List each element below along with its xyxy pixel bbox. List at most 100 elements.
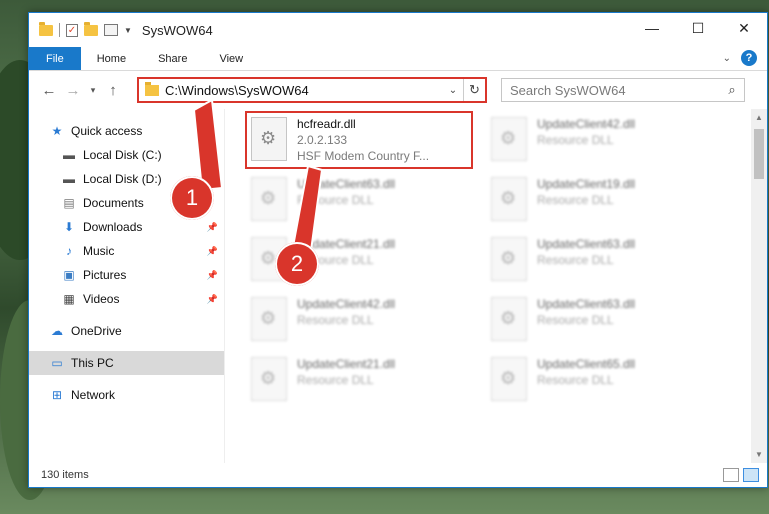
view-toggle bbox=[723, 468, 759, 482]
file-type: Resource DLL bbox=[537, 193, 614, 207]
videos-icon: ▦ bbox=[63, 292, 75, 306]
file-name: UpdateClient63.dll bbox=[297, 177, 396, 191]
refresh-icon[interactable]: ↻ bbox=[463, 79, 485, 101]
file-name: UpdateClient63.dll bbox=[537, 297, 636, 311]
dll-file-icon bbox=[251, 297, 287, 341]
divider bbox=[59, 23, 60, 37]
sidebar-item-videos[interactable]: ▦ Videos 📌 bbox=[29, 287, 224, 311]
file-name: hcfreadr.dll bbox=[297, 117, 356, 131]
sidebar-item-this-pc[interactable]: ▭ This PC bbox=[29, 351, 224, 375]
dll-file-icon bbox=[491, 117, 527, 161]
minimize-button[interactable]: — bbox=[629, 13, 675, 43]
expand-ribbon-icon[interactable]: ⌄ bbox=[723, 53, 731, 64]
file-item[interactable]: UpdateClient42.dll Resource DLL bbox=[487, 113, 707, 171]
help-icon[interactable]: ? bbox=[741, 50, 757, 66]
sidebar-item-quick-access[interactable]: ★ Quick access bbox=[29, 119, 224, 143]
sidebar-item-local-disk-c[interactable]: ▬ Local Disk (C:) 📌 bbox=[29, 143, 224, 167]
forward-arrow-icon[interactable]: → bbox=[61, 82, 85, 99]
tab-view[interactable]: View bbox=[203, 47, 259, 70]
sidebar-item-label: Local Disk (D:) bbox=[83, 172, 162, 186]
tab-file[interactable]: File bbox=[29, 47, 81, 70]
properties-check-icon[interactable]: ✓ bbox=[66, 23, 78, 37]
ribbon-right: ⌄ ? bbox=[723, 50, 757, 66]
tab-share[interactable]: Share bbox=[142, 47, 203, 70]
search-input[interactable]: Search SysWOW64 bbox=[510, 83, 720, 98]
sidebar-item-network[interactable]: ⊞ Network bbox=[29, 383, 224, 407]
file-type: Resource DLL bbox=[537, 253, 614, 267]
file-item[interactable]: UpdateClient63.dll Resource DLL bbox=[487, 293, 707, 351]
documents-icon: ▤ bbox=[63, 196, 75, 210]
pin-icon[interactable]: 📌 bbox=[207, 150, 218, 161]
star-icon: ★ bbox=[51, 124, 63, 138]
sidebar-item-label: Quick access bbox=[71, 124, 143, 138]
drive-icon: ▬ bbox=[63, 172, 75, 186]
sidebar-item-music[interactable]: ♪ Music 📌 bbox=[29, 239, 224, 263]
sidebar-item-label: Downloads bbox=[83, 220, 143, 234]
dll-file-icon bbox=[491, 237, 527, 281]
file-item[interactable]: UpdateClient21.dll Resource DLL bbox=[247, 353, 467, 411]
details-view-icon[interactable] bbox=[723, 468, 739, 482]
title-bar: ✓ ▼ SysWOW64 — ☐ ✕ bbox=[29, 13, 767, 47]
search-icon[interactable]: ⌕ bbox=[720, 82, 744, 98]
pin-icon[interactable]: 📌 bbox=[207, 246, 218, 257]
up-arrow-icon[interactable]: ↑ bbox=[101, 82, 125, 99]
recent-locations-icon[interactable]: ▾ bbox=[85, 85, 101, 96]
sidebar-item-onedrive[interactable]: ☁ OneDrive bbox=[29, 319, 224, 343]
pin-icon[interactable]: 📌 bbox=[207, 270, 218, 281]
file-item-hcfreadr[interactable]: hcfreadr.dll 2.0.2.133 HSF Modem Country… bbox=[245, 111, 473, 169]
folder-icon bbox=[145, 81, 159, 96]
item-count: 130 items bbox=[41, 469, 89, 481]
dll-file-icon bbox=[251, 357, 287, 401]
file-item[interactable]: UpdateClient63.dll Resource DLL bbox=[247, 173, 467, 231]
computer-icon: ▭ bbox=[51, 356, 63, 370]
pictures-icon: ▣ bbox=[63, 268, 75, 282]
new-folder-icon[interactable] bbox=[84, 21, 98, 36]
file-type: Resource DLL bbox=[537, 133, 614, 147]
file-item[interactable]: UpdateClient63.dll Resource DLL bbox=[487, 233, 707, 291]
address-dropdown-icon[interactable]: ⌄ bbox=[443, 85, 463, 96]
scroll-up-icon[interactable]: ▲ bbox=[751, 113, 767, 122]
pin-icon[interactable]: 📌 bbox=[207, 222, 218, 233]
sidebar-item-label: Local Disk (C:) bbox=[83, 148, 162, 162]
scroll-down-icon[interactable]: ▼ bbox=[751, 450, 767, 459]
tab-home[interactable]: Home bbox=[81, 47, 142, 70]
callout-2: 2 bbox=[275, 242, 319, 286]
file-item[interactable]: UpdateClient42.dll Resource DLL bbox=[247, 293, 467, 351]
sidebar-item-label: OneDrive bbox=[71, 324, 122, 338]
folder-icon bbox=[39, 21, 53, 36]
explorer-window: ✓ ▼ SysWOW64 — ☐ ✕ File Home Share View … bbox=[28, 12, 768, 488]
vertical-scrollbar[interactable]: ▲ ▼ bbox=[751, 109, 767, 463]
file-name: UpdateClient19.dll bbox=[537, 177, 636, 191]
sidebar-item-label: This PC bbox=[71, 356, 114, 370]
file-name: UpdateClient42.dll bbox=[297, 297, 396, 311]
pin-icon[interactable]: 📌 bbox=[207, 294, 218, 305]
download-icon: ⬇ bbox=[63, 220, 75, 234]
callout-1: 1 bbox=[170, 176, 214, 220]
file-item[interactable]: UpdateClient65.dll Resource DLL bbox=[487, 353, 707, 411]
customize-toolbar-icon[interactable]: ▼ bbox=[124, 26, 132, 35]
sidebar-item-label: Pictures bbox=[83, 268, 127, 282]
file-item[interactable]: UpdateClient19.dll Resource DLL bbox=[487, 173, 707, 231]
properties-icon[interactable] bbox=[104, 24, 118, 36]
tiles-view-icon[interactable] bbox=[743, 468, 759, 482]
file-name: UpdateClient42.dll bbox=[537, 117, 636, 131]
address-bar[interactable]: C:\Windows\SysWOW64 ⌄ ↻ bbox=[137, 77, 487, 103]
file-version: 2.0.2.133 bbox=[297, 133, 348, 147]
file-description: HSF Modem Country F... bbox=[297, 149, 430, 163]
ribbon-tabs: File Home Share View ⌄ ? bbox=[29, 47, 767, 71]
sidebar-item-pictures[interactable]: ▣ Pictures 📌 bbox=[29, 263, 224, 287]
back-arrow-icon[interactable]: ← bbox=[37, 82, 61, 99]
dll-file-icon bbox=[491, 177, 527, 221]
maximize-button[interactable]: ☐ bbox=[675, 13, 721, 43]
close-button[interactable]: ✕ bbox=[721, 13, 767, 43]
status-bar: 130 items bbox=[29, 463, 767, 487]
cloud-icon: ☁ bbox=[51, 324, 63, 338]
file-type: Resource DLL bbox=[537, 313, 614, 327]
window-controls: — ☐ ✕ bbox=[629, 13, 767, 43]
search-box[interactable]: Search SysWOW64 ⌕ bbox=[501, 78, 745, 102]
drive-icon: ▬ bbox=[63, 148, 75, 162]
scroll-thumb[interactable] bbox=[754, 129, 764, 179]
address-path[interactable]: C:\Windows\SysWOW64 bbox=[165, 83, 443, 98]
music-icon: ♪ bbox=[66, 244, 72, 258]
dll-file-icon bbox=[251, 117, 287, 161]
